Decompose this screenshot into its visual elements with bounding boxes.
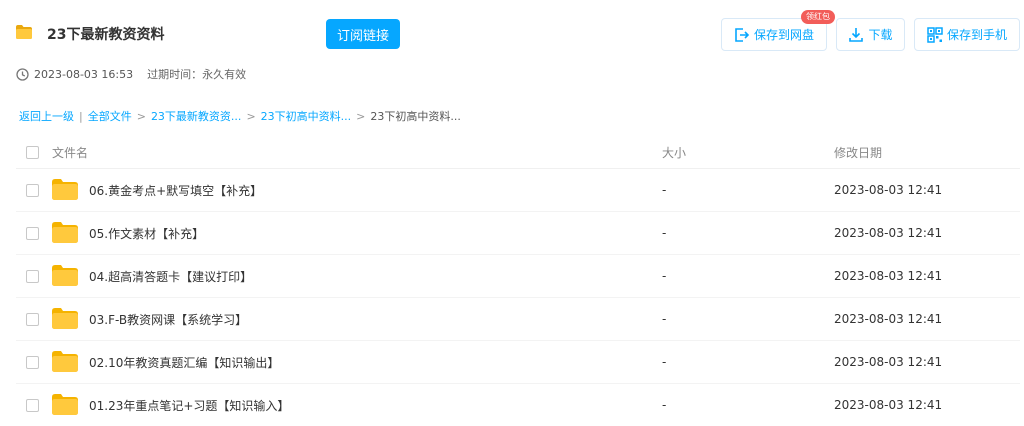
file-size: - <box>662 183 667 197</box>
file-date: 2023-08-03 12:41 <box>834 226 943 240</box>
table-row[interactable]: 01.23年重点笔记+习题【知识输入】 - 2023-08-03 12:41 <box>16 384 1020 426</box>
file-date: 2023-08-03 12:41 <box>834 312 943 326</box>
file-name[interactable]: 01.23年重点笔记+习题【知识输入】 <box>89 397 289 414</box>
save-to-phone-button[interactable]: 保存到手机 <box>914 18 1020 51</box>
breadcrumb-current: 23下初高中资料... <box>370 110 461 123</box>
share-header: 23下最新教资资料 订阅链接 2023-08-03 16:53 过期时间：永久有… <box>0 0 1024 100</box>
row-checkbox[interactable] <box>26 183 39 197</box>
file-date: 2023-08-03 12:41 <box>834 355 943 369</box>
breadcrumb-sep: > <box>136 109 146 123</box>
folder-icon <box>52 394 78 415</box>
redpack-badge[interactable]: 领红包 <box>801 10 835 24</box>
file-size: - <box>662 398 667 412</box>
list-header: 文件名 大小 修改日期 <box>16 137 1020 169</box>
folder-icon <box>52 222 78 243</box>
expire-text: 过期时间：永久有效 <box>147 68 247 81</box>
file-size: - <box>662 269 667 283</box>
breadcrumb: 返回上一级 | 全部文件 > 23下最新教资资... > 23下初高中资料...… <box>19 108 461 124</box>
breadcrumb-all-files[interactable]: 全部文件 <box>88 108 132 124</box>
qrcode-icon <box>927 26 943 43</box>
save-to-cloud-label: 保存到网盘 <box>753 28 814 42</box>
file-list: 文件名 大小 修改日期 06.黄金考点+默写填空【补充】 - 2023-08-0… <box>16 137 1020 426</box>
file-name[interactable]: 04.超高清答题卡【建议打印】 <box>89 268 252 285</box>
subscribe-link-button[interactable]: 订阅链接 <box>326 19 400 49</box>
row-checkbox[interactable] <box>26 398 39 412</box>
row-checkbox[interactable] <box>26 312 39 326</box>
file-name[interactable]: 02.10年教资真题汇编【知识输出】 <box>89 354 279 371</box>
clock-icon <box>16 67 29 81</box>
share-meta: 2023-08-03 16:53 过期时间：永久有效 <box>16 66 246 82</box>
column-size[interactable]: 大小 <box>662 144 686 161</box>
breadcrumb-divider: | <box>79 109 83 123</box>
file-name[interactable]: 05.作文素材【补充】 <box>89 225 204 242</box>
folder-icon <box>16 25 32 39</box>
folder-icon <box>52 179 78 200</box>
file-size: - <box>662 312 667 326</box>
breadcrumb-back[interactable]: 返回上一级 <box>19 108 74 124</box>
breadcrumb-level-2[interactable]: 23下初高中资料... <box>261 108 352 124</box>
share-title: 23下最新教资资料 <box>47 27 165 43</box>
download-label: 下载 <box>868 28 893 42</box>
table-row[interactable]: 04.超高清答题卡【建议打印】 - 2023-08-03 12:41 <box>16 255 1020 298</box>
table-row[interactable]: 03.F-B教资网课【系统学习】 - 2023-08-03 12:41 <box>16 298 1020 341</box>
column-date[interactable]: 修改日期 <box>834 144 882 161</box>
folder-icon <box>52 265 78 286</box>
file-size: - <box>662 226 667 240</box>
folder-icon <box>52 351 78 372</box>
save-to-phone-label: 保存到手机 <box>946 28 1007 42</box>
breadcrumb-sep: > <box>356 109 366 123</box>
table-row[interactable]: 05.作文素材【补充】 - 2023-08-03 12:41 <box>16 212 1020 255</box>
save-to-cloud-icon <box>735 27 750 42</box>
file-date: 2023-08-03 12:41 <box>834 269 943 283</box>
file-date: 2023-08-03 12:41 <box>834 183 943 197</box>
select-all-checkbox[interactable] <box>26 146 39 159</box>
breadcrumb-level-1[interactable]: 23下最新教资资... <box>151 108 242 124</box>
row-checkbox[interactable] <box>26 269 39 283</box>
table-row[interactable]: 02.10年教资真题汇编【知识输出】 - 2023-08-03 12:41 <box>16 341 1020 384</box>
file-name[interactable]: 03.F-B教资网课【系统学习】 <box>89 311 247 328</box>
table-row[interactable]: 06.黄金考点+默写填空【补充】 - 2023-08-03 12:41 <box>16 169 1020 212</box>
row-checkbox[interactable] <box>26 226 39 240</box>
folder-icon <box>52 308 78 329</box>
file-date: 2023-08-03 12:41 <box>834 398 943 412</box>
created-time: 2023-08-03 16:53 <box>34 67 134 81</box>
row-checkbox[interactable] <box>26 355 39 369</box>
file-name[interactable]: 06.黄金考点+默写填空【补充】 <box>89 182 262 199</box>
download-icon <box>849 27 864 42</box>
file-size: - <box>662 355 667 369</box>
column-name[interactable]: 文件名 <box>52 144 88 161</box>
download-button[interactable]: 下载 <box>836 18 905 51</box>
breadcrumb-sep: > <box>246 109 256 123</box>
